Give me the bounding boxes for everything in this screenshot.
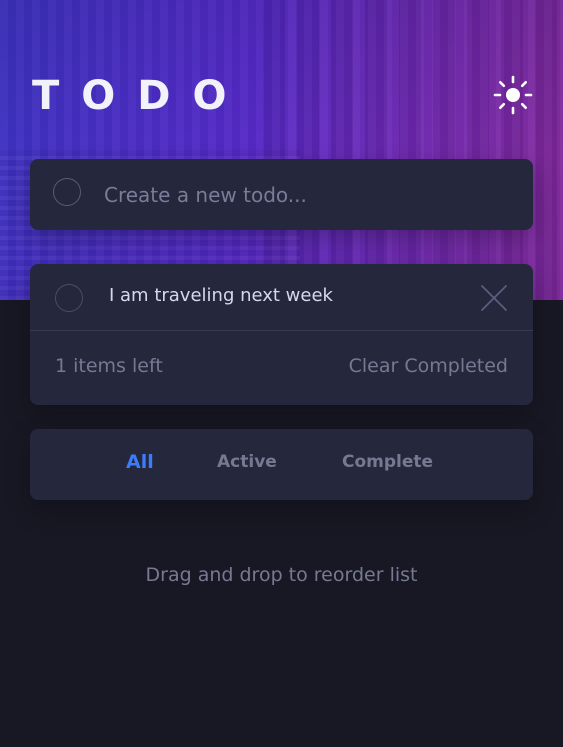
- filter-active[interactable]: Active: [217, 452, 277, 472]
- filter-tabs: All Active Complete: [30, 429, 533, 500]
- sun-icon: [493, 75, 533, 115]
- todo-text: I am traveling next week: [109, 285, 333, 306]
- filter-card: All Active Complete: [30, 429, 533, 500]
- header-background-image: [0, 0, 563, 300]
- close-icon: [481, 285, 507, 311]
- drag-drop-hint: Drag and drop to reorder list: [145, 564, 418, 586]
- filter-all[interactable]: All: [126, 451, 154, 473]
- todo-checkbox[interactable]: [55, 284, 83, 312]
- create-todo-checkbox[interactable]: [53, 178, 81, 206]
- delete-todo-button[interactable]: [480, 284, 508, 312]
- clear-completed-button[interactable]: Clear Completed: [349, 355, 508, 377]
- items-left-count: 1 items left: [55, 355, 163, 377]
- filter-complete[interactable]: Complete: [342, 452, 433, 472]
- create-todo-input[interactable]: [102, 175, 506, 215]
- create-todo-card: [30, 159, 533, 230]
- theme-toggle-button[interactable]: [492, 74, 534, 116]
- todo-list-card: I am traveling next week 1 items left Cl…: [30, 264, 533, 405]
- list-item[interactable]: I am traveling next week: [30, 264, 533, 331]
- hero-overlay: [0, 0, 563, 300]
- todo-app: TODO I am traveling next week: [0, 0, 563, 747]
- app-title: TODO: [32, 73, 249, 119]
- list-footer: 1 items left Clear Completed: [30, 331, 533, 405]
